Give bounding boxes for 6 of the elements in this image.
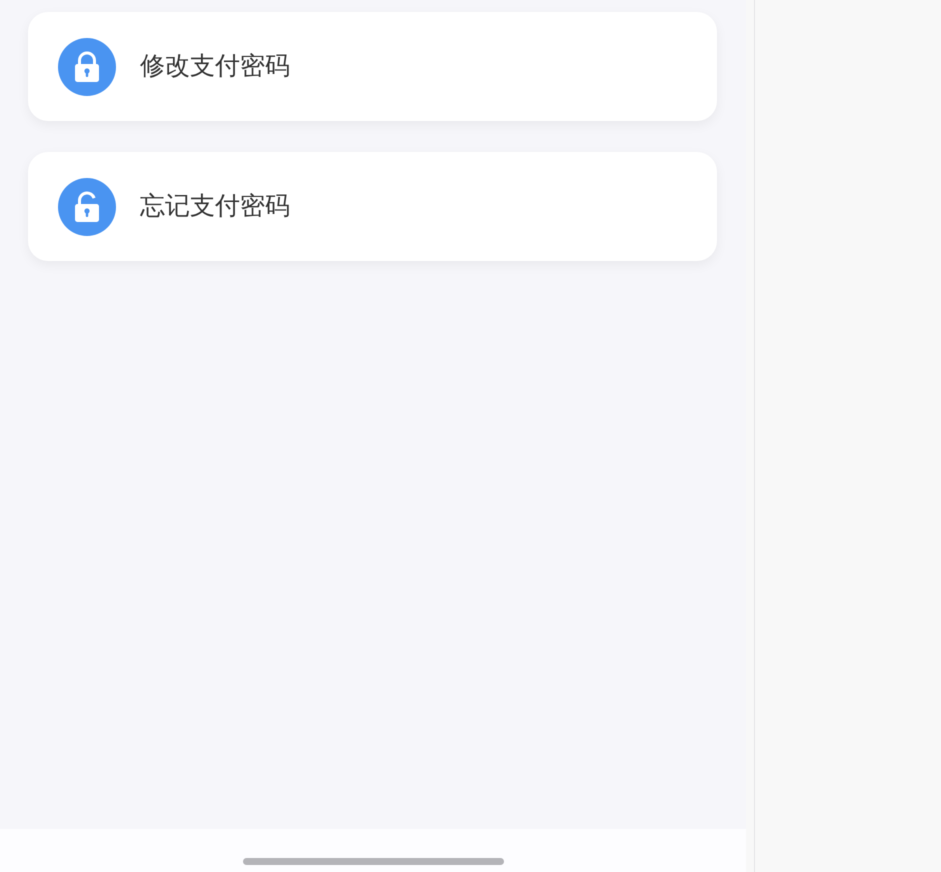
menu-card[interactable]: 修改支付密码 (28, 12, 717, 121)
menu-card[interactable]: 忘记支付密码 (28, 152, 717, 261)
unlocked-padlock-icon (58, 178, 116, 236)
menu-label: 忘记支付密码 (140, 194, 290, 219)
menu-label: 修改支付密码 (140, 54, 290, 79)
padlock-icon (58, 38, 116, 96)
